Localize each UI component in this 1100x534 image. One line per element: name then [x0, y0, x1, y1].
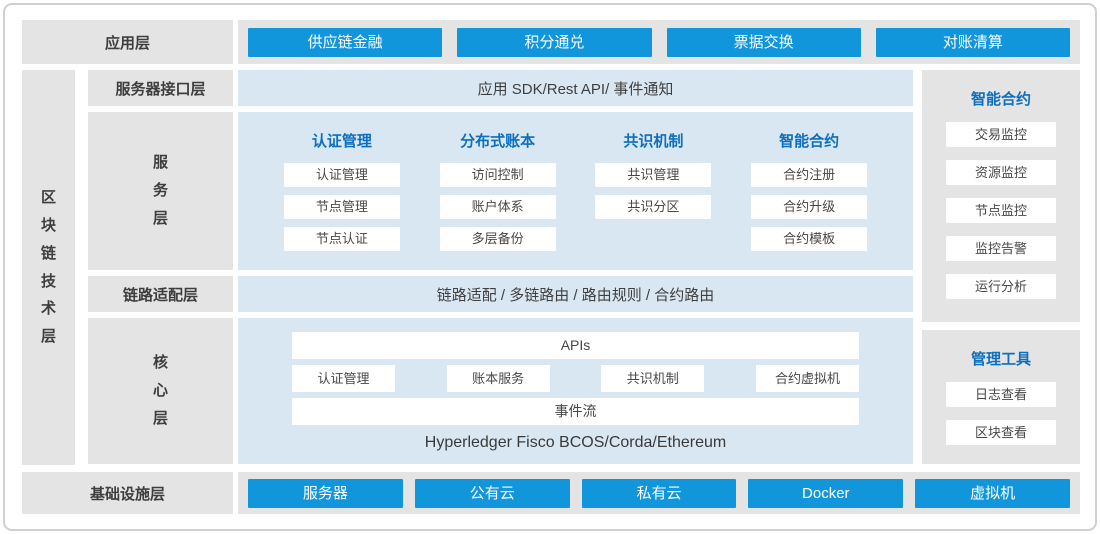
- service-column-header: 智能合约: [779, 130, 839, 151]
- right-panel-header: 管理工具: [971, 348, 1031, 369]
- blockchain-layer-label: 区块链技术层: [22, 70, 75, 465]
- app-button-supply-chain-finance: 供应链金融: [248, 28, 442, 57]
- link-layer-content: 链路适配 / 多链路由 / 路由规则 / 合约路由: [238, 276, 913, 312]
- service-layer-panel: 认证管理 认证管理 节点管理 节点认证 分布式账本 访问控制 账户体系 多层备份…: [238, 112, 913, 270]
- infra-button-public-cloud: 公有云: [415, 479, 570, 508]
- interface-layer-label: 服务器接口层: [88, 70, 233, 106]
- service-column-consensus: 共识机制 共识管理 共识分区: [576, 124, 732, 270]
- right-panel-item: 资源监控: [946, 160, 1056, 185]
- service-column-header: 共识机制: [623, 130, 683, 151]
- service-item: 共识分区: [595, 195, 711, 219]
- core-platforms-text: Hyperledger Fisco BCOS/Corda/Ethereum: [425, 434, 726, 452]
- service-layer-label: 服务层: [88, 112, 233, 270]
- core-layer-label-text: 核心层: [152, 349, 169, 432]
- core-module: 账本服务: [447, 365, 550, 392]
- app-button-reconciliation-clearing: 对账清算: [876, 28, 1070, 57]
- app-button-points-exchange: 积分通兑: [457, 28, 651, 57]
- right-panel-management-tools: 管理工具 日志查看 区块查看: [922, 330, 1080, 464]
- service-item: 账户体系: [440, 195, 556, 219]
- infra-button-server: 服务器: [248, 479, 403, 508]
- right-panel-item: 运行分析: [946, 274, 1056, 299]
- core-module: 共识机制: [601, 365, 704, 392]
- infra-button-vm: 虚拟机: [915, 479, 1070, 508]
- core-layer-panel: APIs 认证管理 账本服务 共识机制 合约虚拟机 事件流 Hyperledge…: [238, 318, 913, 464]
- core-module: 认证管理: [292, 365, 395, 392]
- service-column-header: 分布式账本: [460, 130, 535, 151]
- app-layer-label: 应用层: [22, 20, 233, 64]
- service-item: 访问控制: [440, 163, 556, 187]
- infra-button-docker: Docker: [748, 479, 903, 508]
- core-modules-row: 认证管理 账本服务 共识机制 合约虚拟机: [292, 365, 859, 392]
- right-panel-item: 日志查看: [946, 382, 1056, 407]
- interface-layer-content: 应用 SDK/Rest API/ 事件通知: [238, 70, 913, 106]
- blockchain-layer-label-text: 区块链技术层: [40, 184, 57, 351]
- blockchain-architecture-diagram: 应用层 供应链金融 积分通兑 票据交换 对账清算 区块链技术层 服务器接口层 服…: [0, 0, 1100, 534]
- service-layer-label-text: 服务层: [152, 149, 169, 232]
- infra-layer-band: 服务器 公有云 私有云 Docker 虚拟机: [238, 472, 1080, 514]
- right-panel-item: 节点监控: [946, 198, 1056, 223]
- link-layer-label: 链路适配层: [88, 276, 233, 312]
- service-item: 节点认证: [284, 227, 400, 251]
- service-item: 合约升级: [751, 195, 867, 219]
- right-panel-header: 智能合约: [971, 88, 1031, 109]
- core-module: 合约虚拟机: [756, 365, 859, 392]
- app-button-bill-exchange: 票据交换: [667, 28, 861, 57]
- right-panel-item: 区块查看: [946, 420, 1056, 445]
- service-item: 节点管理: [284, 195, 400, 219]
- service-column-smart-contract: 智能合约 合约注册 合约升级 合约模板: [731, 124, 887, 270]
- infra-layer-label: 基础设施层: [22, 472, 233, 514]
- service-item: 多层备份: [440, 227, 556, 251]
- service-item: 合约模板: [751, 227, 867, 251]
- app-layer-band: 供应链金融 积分通兑 票据交换 对账清算: [238, 20, 1080, 64]
- right-panel-item: 交易监控: [946, 122, 1056, 147]
- infra-button-private-cloud: 私有云: [582, 479, 737, 508]
- core-layer-label: 核心层: [88, 318, 233, 464]
- service-column-header: 认证管理: [312, 130, 372, 151]
- service-column-ledger: 分布式账本 访问控制 账户体系 多层备份: [420, 124, 576, 270]
- service-item: 合约注册: [751, 163, 867, 187]
- service-column-auth: 认证管理 认证管理 节点管理 节点认证: [264, 124, 420, 270]
- service-item: 认证管理: [284, 163, 400, 187]
- service-item: 共识管理: [595, 163, 711, 187]
- core-event-stream-bar: 事件流: [292, 398, 859, 425]
- right-panel-item: 监控告警: [946, 236, 1056, 261]
- core-apis-bar: APIs: [292, 332, 859, 359]
- right-panel-smart-contract: 智能合约 交易监控 资源监控 节点监控 监控告警 运行分析: [922, 70, 1080, 322]
